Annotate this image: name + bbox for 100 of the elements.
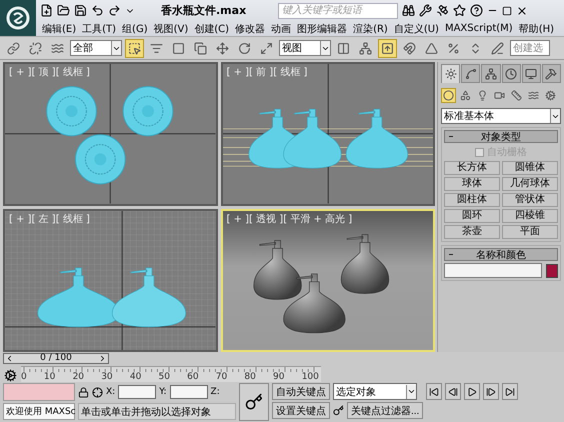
chevron-left-icon[interactable]: [5, 354, 14, 362]
frame-number: 60: [187, 372, 199, 382]
viewport-label[interactable]: [ + ][ 透视 ][ 平滑 + 高光 ]: [226, 212, 352, 226]
gear-icon[interactable]: [4, 369, 17, 382]
redo-icon[interactable]: [108, 4, 121, 17]
primitive-button[interactable]: 球体: [444, 177, 500, 191]
viewport-label[interactable]: [ + ][ 左 ][ 线框 ]: [9, 212, 90, 226]
search-field[interactable]: 键入关键字或短语: [278, 2, 398, 18]
clock-tab[interactable]: [502, 64, 521, 83]
next-frame-button[interactable]: [483, 383, 500, 400]
shapes-button[interactable]: [458, 88, 473, 103]
viewport[interactable]: [ + ][ 前 ][ 线框 ]: [220, 62, 435, 206]
viewport[interactable]: [ + ][ 顶 ][ 线框 ]: [3, 62, 218, 206]
primitive-button[interactable]: 圆柱体: [444, 193, 500, 207]
auto-key-button[interactable]: 自动关键点: [272, 383, 330, 400]
menu-item[interactable]: 组(G): [122, 22, 148, 36]
bottle-drawing: [282, 273, 345, 333]
previous-frame-button[interactable]: [445, 383, 462, 400]
lock-icon[interactable]: [78, 386, 89, 398]
star-icon[interactable]: [453, 4, 466, 17]
key-icon: [245, 393, 263, 411]
triangle-icon: [425, 42, 438, 54]
wrench-icon[interactable]: [419, 4, 432, 17]
select-button[interactable]: [125, 38, 144, 58]
monitor-tab[interactable]: [522, 64, 541, 83]
percent-icon: [447, 42, 460, 54]
coordinate-field[interactable]: [170, 385, 208, 399]
arrow-up-button[interactable]: [378, 38, 397, 58]
satellite-icon[interactable]: [436, 4, 450, 17]
bottle-drawing: [345, 108, 408, 168]
menu-item[interactable]: 工具(T): [82, 22, 116, 36]
primitive-button[interactable]: 圆环: [444, 209, 500, 223]
viewport[interactable]: [ + ][ 左 ][ 线框 ]: [3, 208, 218, 352]
sphere-button[interactable]: [441, 88, 456, 103]
menu-item[interactable]: MAXScript(M): [444, 23, 513, 34]
curve-tab[interactable]: [461, 64, 480, 83]
selection-set-field[interactable]: 创建选: [510, 40, 550, 56]
menu-item[interactable]: 编辑(E): [42, 22, 76, 36]
go-to-start-button[interactable]: [426, 383, 442, 400]
square-icon: [172, 42, 185, 54]
sun-tab[interactable]: [441, 64, 460, 83]
name-field[interactable]: [444, 263, 542, 278]
play-button[interactable]: [464, 383, 480, 400]
gear-button[interactable]: [543, 88, 558, 103]
save-icon[interactable]: [74, 4, 87, 17]
set-key-button[interactable]: 设置关键点: [272, 402, 330, 419]
binoculars-icon[interactable]: [402, 4, 416, 17]
viewport-label[interactable]: [ + ][ 前 ][ 线框 ]: [226, 65, 308, 79]
primitive-button[interactable]: 平面: [502, 225, 558, 239]
hierarchy-tab[interactable]: [481, 64, 501, 83]
dropdown[interactable]: 视图: [279, 40, 331, 56]
dropdown[interactable]: 全部: [70, 40, 122, 56]
primitive-button[interactable]: 四棱锥: [502, 209, 558, 223]
menu-item[interactable]: 动画: [271, 22, 292, 36]
network-icon: [359, 42, 372, 54]
selection-dropdown[interactable]: 选定对象: [333, 383, 417, 400]
frame-counter-box[interactable]: 0 / 100: [3, 352, 109, 364]
key-filters-button[interactable]: 关键点过滤器...: [347, 402, 424, 419]
primitive-button[interactable]: 茶壶: [444, 225, 500, 239]
script-listener-field[interactable]: [3, 383, 75, 401]
primitive-button[interactable]: 长方体: [444, 161, 500, 175]
go-to-end-button[interactable]: [502, 383, 518, 400]
key-icon[interactable]: [333, 405, 344, 416]
menu-item[interactable]: 视图(V): [154, 22, 188, 36]
key-button[interactable]: [239, 383, 269, 421]
menu-item[interactable]: 自定义(U): [394, 22, 439, 36]
crosshair-icon[interactable]: [92, 386, 103, 398]
ruler-button[interactable]: [509, 88, 524, 103]
ruler-icon: [511, 90, 522, 101]
coordinate-label: Y:: [159, 387, 167, 397]
menu-item[interactable]: 帮助(H): [518, 22, 554, 36]
primitive-button[interactable]: 管状体: [502, 193, 558, 207]
menu-item[interactable]: 修改器: [235, 22, 266, 36]
type-dropdown[interactable]: 标准基本体: [441, 108, 561, 124]
maximize-icon[interactable]: [502, 6, 512, 16]
bottle-drawing: [252, 240, 302, 300]
primitive-button[interactable]: 几何球体: [502, 177, 558, 191]
hammer-tab[interactable]: [542, 64, 562, 83]
viewport[interactable]: [ + ][ 透视 ][ 平滑 + 高光 ]: [220, 208, 435, 352]
color-swatch[interactable]: [546, 264, 558, 278]
help-icon[interactable]: [470, 4, 484, 17]
menu-item[interactable]: 渲染(R): [353, 22, 388, 36]
skip-back-icon: [429, 386, 440, 396]
menu-item[interactable]: 创建(C): [194, 22, 230, 36]
frame-number: 0: [21, 372, 27, 382]
viewport-label[interactable]: [ + ][ 顶 ][ 线框 ]: [9, 65, 90, 79]
primitive-button[interactable]: 圆锥体: [502, 161, 558, 175]
new-file-icon[interactable]: [40, 4, 53, 17]
close-icon[interactable]: [516, 4, 528, 16]
coordinate-field[interactable]: [118, 385, 156, 399]
track-bar[interactable]: 0 10 20 30 40 50 60 70 80 90 100: [21, 366, 321, 382]
app-logo[interactable]: [0, 0, 36, 36]
rollout-header[interactable]: 对象类型: [444, 130, 558, 143]
frame-number: 20: [72, 372, 84, 382]
menu-item[interactable]: 图形编辑器: [297, 22, 348, 36]
open-folder-icon[interactable]: [57, 4, 70, 17]
step-back-icon: [448, 386, 458, 396]
waves-icon: [528, 90, 539, 101]
rollout-header[interactable]: 名称和颜色: [444, 248, 558, 261]
undo-icon[interactable]: [91, 4, 104, 17]
